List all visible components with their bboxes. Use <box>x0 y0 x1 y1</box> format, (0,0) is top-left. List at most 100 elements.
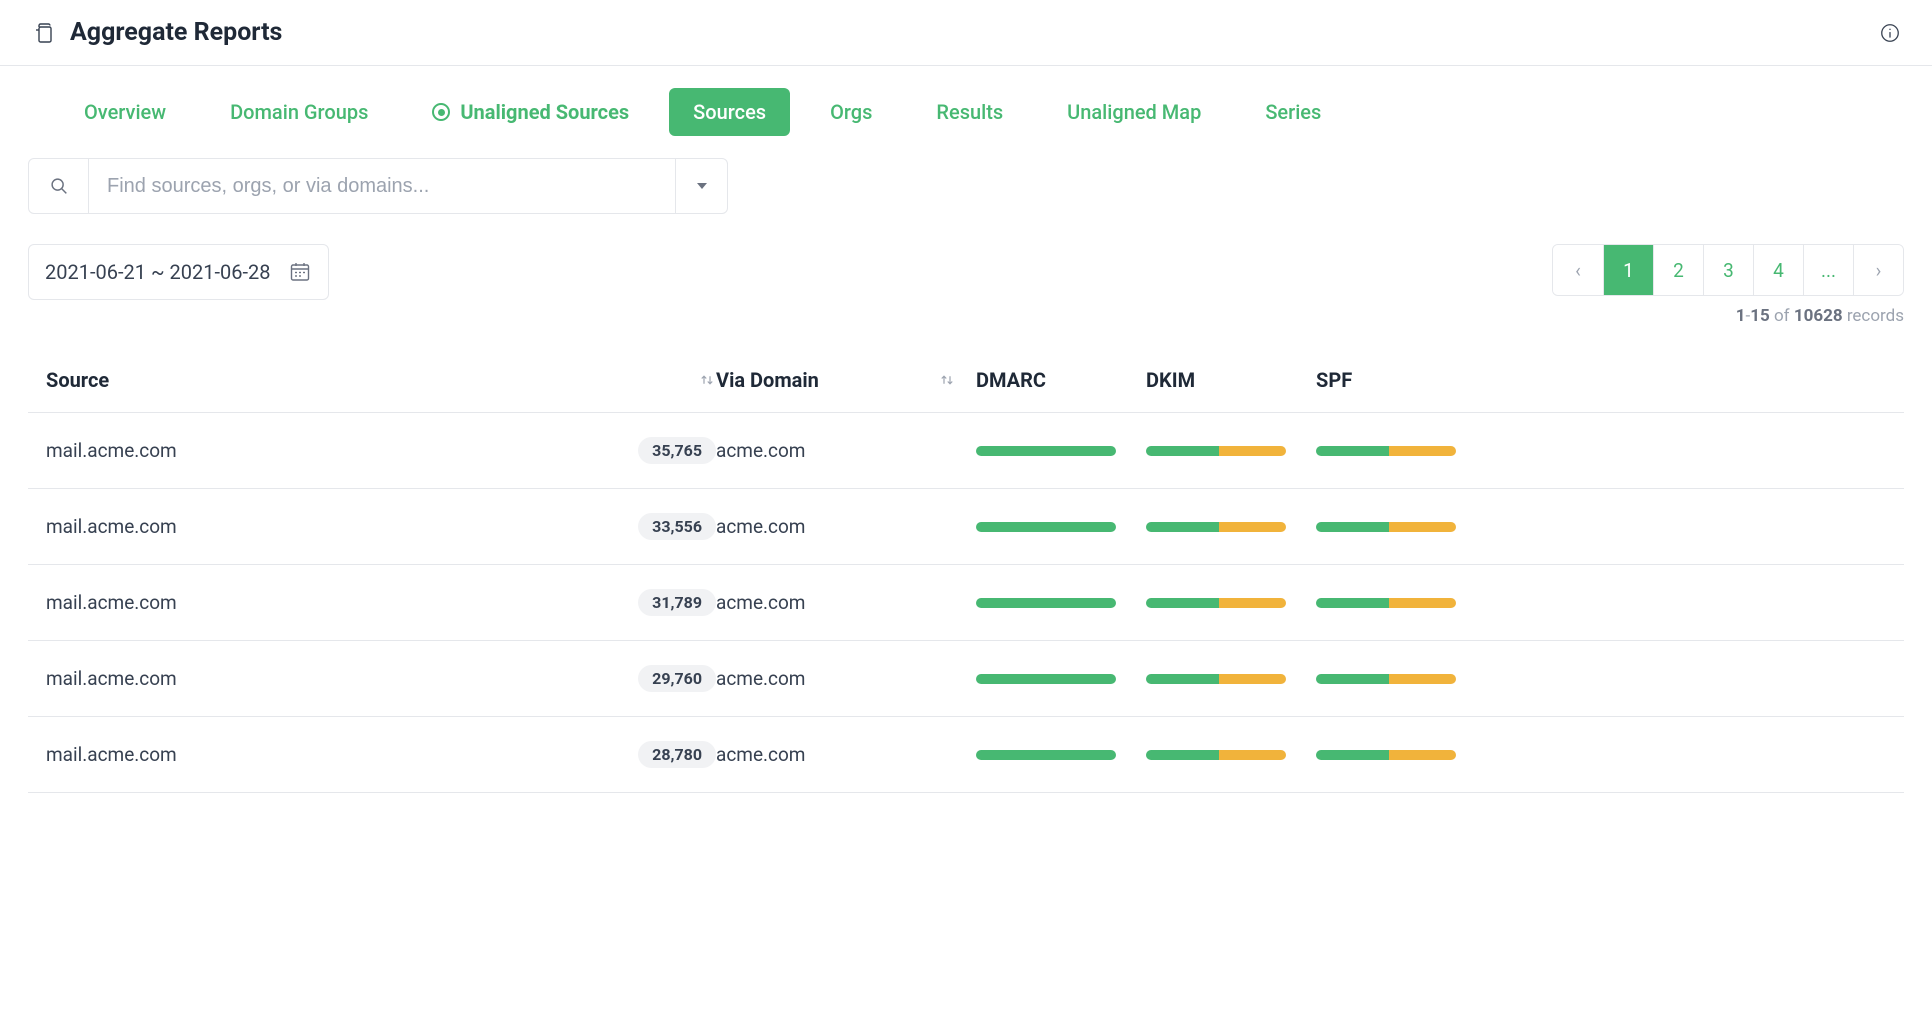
cell-source: mail.acme.com <box>46 439 616 462</box>
record-total: 10628 <box>1794 306 1843 326</box>
status-bar <box>1146 598 1286 608</box>
controls-row <box>0 158 1932 214</box>
record-range-start: 1 <box>1736 306 1746 326</box>
cell-via-domain: acme.com <box>716 515 976 538</box>
tab-orgs[interactable]: Orgs <box>806 88 896 136</box>
col-source-sort[interactable] <box>616 371 716 389</box>
status-bar <box>976 522 1116 532</box>
cell-dkim <box>1146 674 1316 684</box>
cell-spf <box>1316 674 1486 684</box>
table-row[interactable]: mail.acme.com28,780acme.com <box>28 717 1904 793</box>
cell-dmarc <box>976 522 1146 532</box>
table-row[interactable]: mail.acme.com 29,760acme.com <box>28 641 1904 717</box>
pager-page-1[interactable]: 1 <box>1603 245 1653 295</box>
col-source[interactable]: Source <box>46 368 616 392</box>
count-pill: 29,760 <box>638 665 716 692</box>
status-bar <box>1316 446 1456 456</box>
search-input[interactable] <box>89 159 675 213</box>
tab-unaligned-sources[interactable]: Unaligned Sources <box>408 88 653 136</box>
tab-bar: Overview Domain Groups Unaligned Sources… <box>0 66 1932 158</box>
sort-icon <box>938 371 956 389</box>
table-row[interactable]: mail.acme.com 33,556acme.com <box>28 489 1904 565</box>
tab-domain-groups[interactable]: Domain Groups <box>206 88 392 136</box>
search-icon <box>48 175 70 197</box>
table-body: mail.acme.com35,765acme.commail.acme.com… <box>28 413 1904 793</box>
status-bar <box>1146 674 1286 684</box>
search-dropdown-toggle[interactable] <box>675 159 727 213</box>
status-bar <box>976 674 1116 684</box>
of-label: of <box>1774 306 1790 326</box>
status-bar <box>1146 446 1286 456</box>
radio-dot-icon <box>432 103 450 121</box>
cell-source: mail.acme.com <box>46 515 616 538</box>
cell-dmarc <box>976 446 1146 456</box>
table-header: Source Via Domain DMARC DKIM SPF <box>28 348 1904 413</box>
count-pill: 33,556 <box>638 513 716 540</box>
cell-via-domain: acme.com <box>716 591 976 614</box>
pager-next[interactable]: › <box>1853 245 1903 295</box>
count-pill: 31,789 <box>638 589 716 616</box>
date-pagination-row: 2021-06-21 ~ 2021-06-28 ‹1234...› 1-15 o… <box>0 214 1932 344</box>
status-bar <box>1316 674 1456 684</box>
cell-source: mail.acme.com <box>46 667 616 690</box>
pager-page-2[interactable]: 2 <box>1653 245 1703 295</box>
documents-icon <box>32 21 56 45</box>
cell-dkim <box>1146 598 1316 608</box>
cell-dkim <box>1146 446 1316 456</box>
search-icon-button[interactable] <box>29 159 89 213</box>
tab-sources[interactable]: Sources <box>669 88 790 136</box>
pager-page-4[interactable]: 4 <box>1753 245 1803 295</box>
cell-via-domain: acme.com <box>716 743 976 766</box>
cell-source: mail.acme.com <box>46 743 616 766</box>
page-title: Aggregate Reports <box>70 18 282 47</box>
cell-spf <box>1316 598 1486 608</box>
date-range-picker[interactable]: 2021-06-21 ~ 2021-06-28 <box>28 244 329 300</box>
tab-overview[interactable]: Overview <box>60 88 190 136</box>
status-bar <box>1316 598 1456 608</box>
cell-dmarc <box>976 598 1146 608</box>
cell-via-domain: acme.com <box>716 439 976 462</box>
col-dmarc[interactable]: DMARC <box>976 368 1146 392</box>
cell-spf <box>1316 446 1486 456</box>
calendar-icon <box>288 260 312 284</box>
table-row[interactable]: mail.acme.com 31,789acme.com <box>28 565 1904 641</box>
pager-page-...[interactable]: ... <box>1803 245 1853 295</box>
records-label: records <box>1847 306 1904 326</box>
record-count: 1-15 of 10628 records <box>1552 306 1904 326</box>
pagination: ‹1234...› <box>1552 244 1904 296</box>
date-range-text: 2021-06-21 ~ 2021-06-28 <box>45 260 270 284</box>
pager-prev[interactable]: ‹ <box>1553 245 1603 295</box>
search-group <box>28 158 728 214</box>
status-bar <box>1146 750 1286 760</box>
cell-dkim <box>1146 522 1316 532</box>
col-spf[interactable]: SPF <box>1316 368 1486 392</box>
status-bar <box>1316 522 1456 532</box>
col-dkim[interactable]: DKIM <box>1146 368 1316 392</box>
cell-spf <box>1316 750 1486 760</box>
col-via-domain[interactable]: Via Domain <box>716 368 976 392</box>
info-button[interactable] <box>1876 19 1904 47</box>
tab-series[interactable]: Series <box>1241 88 1345 136</box>
table-row[interactable]: mail.acme.com 35,765acme.com <box>28 413 1904 489</box>
status-bar <box>976 598 1116 608</box>
tab-unaligned-sources-label: Unaligned Sources <box>460 100 629 124</box>
tab-results[interactable]: Results <box>912 88 1027 136</box>
col-via-label: Via Domain <box>716 368 819 392</box>
record-range-end: 15 <box>1750 306 1770 326</box>
header-left: Aggregate Reports <box>32 18 282 47</box>
sources-table: Source Via Domain DMARC DKIM SPF mail.ac… <box>0 344 1932 793</box>
status-bar <box>976 750 1116 760</box>
pager-page-3[interactable]: 3 <box>1703 245 1753 295</box>
sort-icon <box>698 371 716 389</box>
cell-dmarc <box>976 750 1146 760</box>
page-header: Aggregate Reports <box>0 0 1932 66</box>
status-bar <box>1146 522 1286 532</box>
cell-source: mail.acme.com <box>46 591 616 614</box>
pagination-wrap: ‹1234...› 1-15 of 10628 records <box>1552 244 1904 326</box>
info-icon <box>1879 22 1901 44</box>
cell-via-domain: acme.com <box>716 667 976 690</box>
count-pill: 35,765 <box>638 437 716 464</box>
tab-unaligned-map[interactable]: Unaligned Map <box>1043 88 1225 136</box>
col-source-label: Source <box>46 368 109 392</box>
chevron-down-icon <box>697 183 707 189</box>
